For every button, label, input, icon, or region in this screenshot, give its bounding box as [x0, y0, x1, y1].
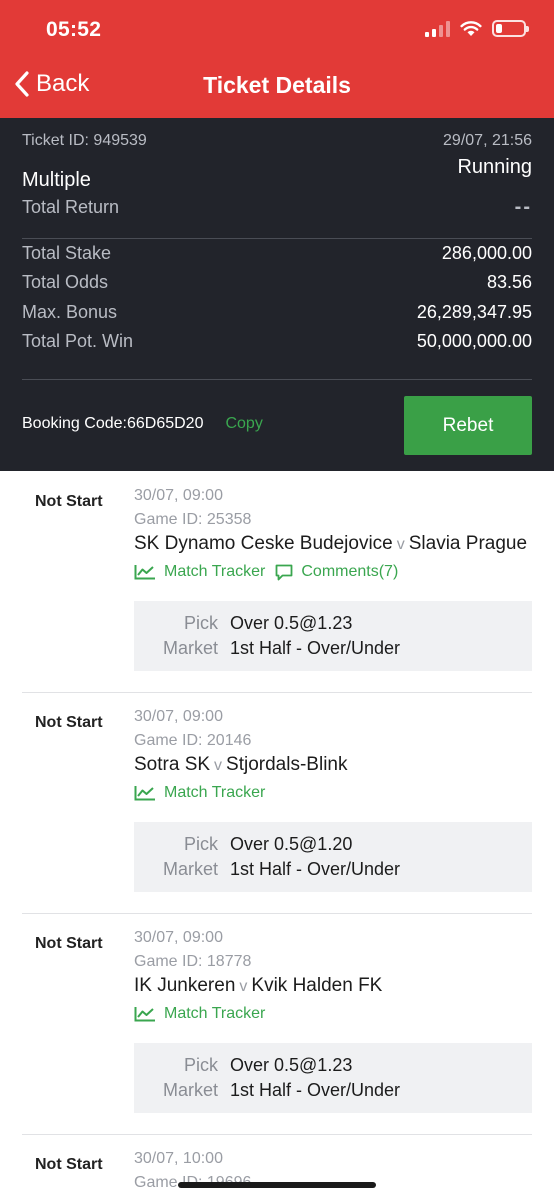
selection-status: Not Start [35, 935, 103, 952]
pick-value: Over 0.5@1.20 [230, 834, 353, 854]
selection-item: Not Start 30/07, 09:00 Game ID: 20146 So… [22, 692, 532, 912]
wifi-icon [460, 21, 482, 36]
away-team: Kvik Halden FK [251, 975, 383, 996]
selection-teams: Sotra SK v Stjordals-Blink [134, 754, 347, 776]
match-tracker-link[interactable]: Match Tracker [134, 563, 265, 581]
status-icons [425, 20, 529, 37]
selection-time: 30/07, 09:00 [134, 929, 223, 946]
match-tracker-link[interactable]: Match Tracker [134, 784, 265, 802]
battery-icon [492, 20, 529, 37]
selection-links: Match Tracker [134, 784, 265, 802]
selection-item: Not Start 30/07, 09:00 Game ID: 25358 SK… [22, 471, 532, 691]
comments-icon [275, 564, 293, 580]
home-indicator[interactable] [178, 1182, 376, 1188]
pick-box: Pick Over 0.5@1.20 Market 1st Half - Ove… [134, 822, 532, 892]
pick-label: Pick [183, 834, 218, 854]
selection-game-id: Game ID: 25358 [134, 511, 252, 528]
selection-time: 30/07, 10:00 [134, 1150, 223, 1167]
summary-divider-top [22, 238, 532, 239]
app-header: 05:52 Back Ticket Details [0, 0, 554, 118]
selection-game-id: Game ID: 20146 [134, 732, 252, 749]
market-label: Market [162, 1080, 218, 1100]
selection-teams: IK Junkeren v Kvik Halden FK [134, 975, 382, 997]
comments-link[interactable]: Comments(7) [275, 563, 398, 581]
match-tracker-label: Match Tracker [164, 563, 266, 580]
away-team: Slavia Prague [408, 533, 528, 554]
ticket-summary: Ticket ID: 949539 29/07, 21:56 Running M… [0, 118, 554, 471]
back-label: Back [36, 70, 90, 97]
away-team: Stjordals-Blink [226, 754, 348, 775]
versus-label: v [214, 757, 223, 774]
pick-box: Pick Over 0.5@1.23 Market 1st Half - Ove… [134, 601, 532, 671]
market-value: 1st Half - Over/Under [230, 859, 401, 879]
selection-links: Match Tracker [134, 1005, 265, 1023]
pick-label: Pick [183, 613, 218, 633]
selection-item: Not Start 30/07, 10:00 Game ID: 19696 [22, 1134, 532, 1200]
pick-value: Over 0.5@1.23 [230, 1055, 353, 1075]
total-stake-value: 286,000.00 [441, 243, 532, 263]
match-tracker-label: Match Tracker [164, 784, 266, 801]
market-value: 1st Half - Over/Under [230, 1080, 401, 1100]
home-team: Sotra SK [134, 754, 211, 775]
booking-code-row: Booking Code:66D65D20 Copy [22, 415, 263, 433]
total-return-value: -- [514, 196, 532, 218]
copy-button[interactable]: Copy [225, 415, 262, 433]
selection-time: 30/07, 09:00 [134, 487, 223, 504]
status-time: 05:52 [46, 18, 102, 41]
ticket-datetime: 29/07, 21:56 [443, 132, 532, 149]
pick-box: Pick Over 0.5@1.23 Market 1st Half - Ove… [134, 1043, 532, 1113]
total-stake-label: Total Stake [22, 243, 112, 263]
total-return-label: Total Return [22, 197, 120, 217]
selection-teams: SK Dynamo Ceske Budejovice v Slavia Prague [134, 533, 527, 555]
selection-game-id: Game ID: 18778 [134, 953, 252, 970]
home-team: IK Junkeren [134, 975, 236, 996]
rebet-button[interactable]: Rebet [404, 396, 532, 455]
selection-status: Not Start [35, 714, 103, 731]
selection-status: Not Start [35, 1156, 103, 1173]
ticket-id: Ticket ID: 949539 [22, 132, 147, 149]
total-odds-label: Total Odds [22, 272, 109, 292]
selection-status: Not Start [35, 493, 103, 510]
back-button[interactable]: Back [14, 70, 89, 98]
pick-label: Pick [183, 1055, 218, 1075]
bet-type: Multiple [22, 169, 91, 191]
home-team: SK Dynamo Ceske Budejovice [134, 533, 393, 554]
total-pot-win-label: Total Pot. Win [22, 331, 134, 351]
market-label: Market [162, 638, 218, 658]
total-pot-win-value: 50,000,000.00 [416, 331, 532, 351]
total-odds-value: 83.56 [486, 272, 532, 292]
versus-label: v [239, 978, 248, 995]
match-tracker-icon [134, 565, 155, 580]
max-bonus-value: 26,289,347.95 [416, 302, 532, 322]
max-bonus-label: Max. Bonus [22, 302, 118, 322]
selection-time: 30/07, 09:00 [134, 708, 223, 725]
match-tracker-link[interactable]: Match Tracker [134, 1005, 265, 1023]
selection-item: Not Start 30/07, 09:00 Game ID: 18778 IK… [22, 913, 532, 1133]
match-tracker-icon [134, 1007, 155, 1022]
back-chevron-icon [15, 71, 29, 97]
match-tracker-label: Match Tracker [164, 1005, 266, 1022]
pick-value: Over 0.5@1.23 [230, 613, 353, 633]
summary-divider-bottom [22, 379, 532, 380]
booking-code: Booking Code:66D65D20 [22, 415, 204, 432]
market-value: 1st Half - Over/Under [230, 638, 401, 658]
match-tracker-icon [134, 786, 155, 801]
comments-label: Comments(7) [301, 563, 399, 580]
versus-label: v [396, 536, 405, 553]
selection-links: Match Tracker Comments(7) [134, 563, 398, 581]
signal-icon [425, 20, 450, 37]
market-label: Market [162, 859, 218, 879]
